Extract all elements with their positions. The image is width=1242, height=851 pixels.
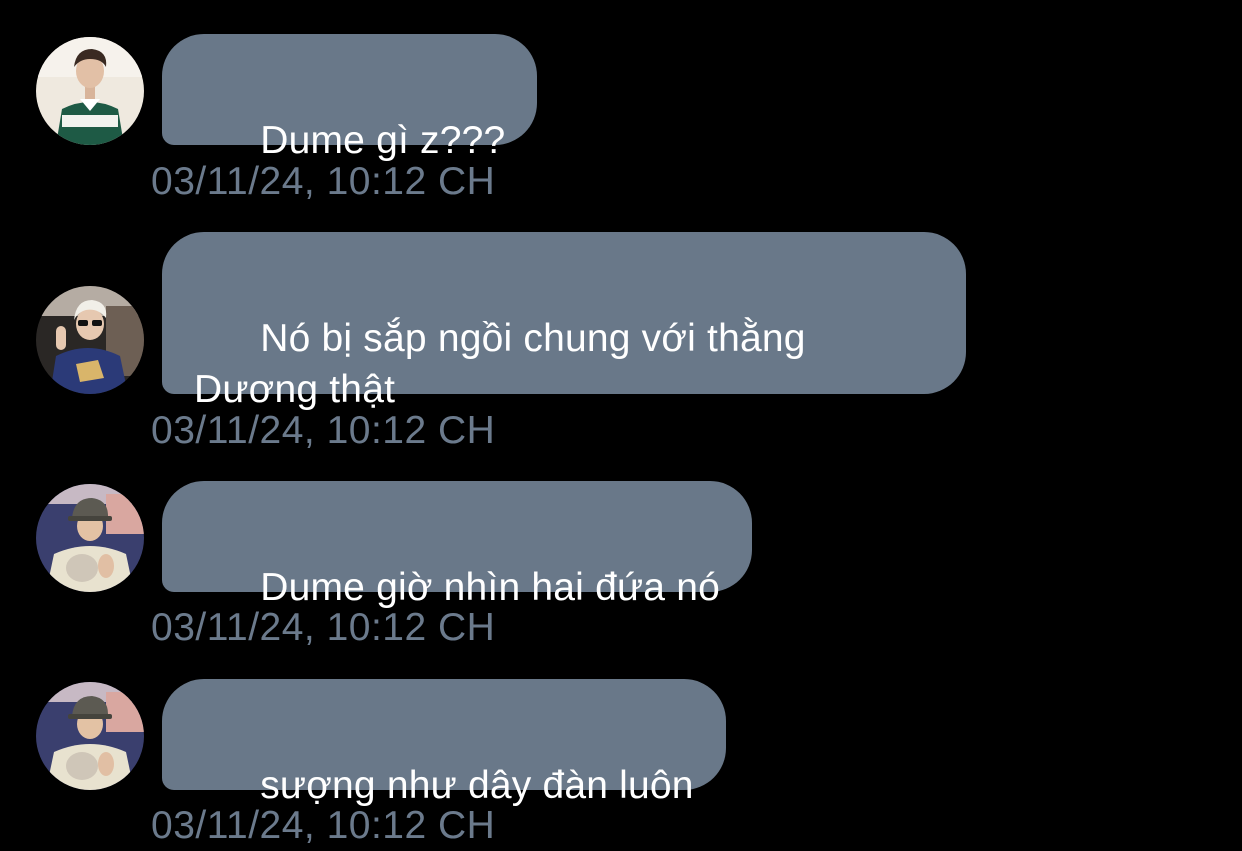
message-bubble[interactable]: sượng như dây đàn luôn [162, 679, 726, 807]
avatar[interactable] [36, 37, 144, 145]
avatar[interactable] [36, 484, 144, 592]
avatar-photo-cap-cat [36, 484, 144, 592]
message-timestamp: 03/11/24, 10:12 CH [151, 804, 496, 847]
avatar-photo-green-jersey [36, 37, 144, 145]
message-text: Nó bị sắp ngồi chung với thằng Dương thậ… [194, 317, 806, 411]
message-bubble[interactable]: Dume gì z??? [162, 34, 538, 162]
message-timestamp: 03/11/24, 10:12 CH [151, 160, 496, 203]
message-bubble[interactable]: Nó bị sắp ngồi chung với thằng Dương thậ… [162, 232, 966, 411]
avatar[interactable] [36, 682, 144, 790]
avatar[interactable] [36, 286, 144, 394]
message-text: sượng như dây đàn luôn [260, 764, 694, 807]
avatar-photo-cap-cat [36, 682, 144, 790]
message-bubble[interactable]: Dume giờ nhìn hai đứa nó [162, 481, 752, 609]
message-thread: Dume gì z??? 03/11/24, 10:12 CH Nó bị sắ… [0, 0, 1242, 851]
message-text: Dume giờ nhìn hai đứa nó [260, 566, 720, 609]
message-text: Dume gì z??? [260, 119, 506, 162]
avatar-photo-sunglasses-car [36, 286, 144, 394]
message-timestamp: 03/11/24, 10:12 CH [151, 409, 496, 452]
message-timestamp: 03/11/24, 10:12 CH [151, 606, 496, 649]
